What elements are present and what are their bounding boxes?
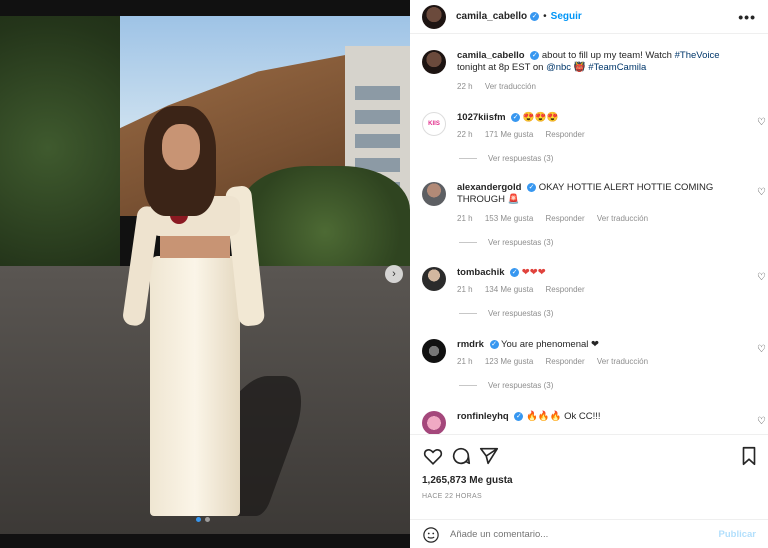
- emoji-picker-icon[interactable]: [422, 526, 440, 544]
- caption-text-2: tonight at 8p EST on: [457, 62, 544, 73]
- comment-time: 22 h: [457, 82, 473, 91]
- verified-icon: ✓: [530, 50, 540, 60]
- carousel-dot: [205, 517, 210, 522]
- post-date: HACE 22 HORAS: [422, 493, 482, 500]
- comment-username[interactable]: ronfinleyhq: [457, 411, 509, 422]
- share-icon[interactable]: [478, 445, 500, 467]
- verified-icon: ✓: [511, 112, 521, 122]
- post-panel: camila_cabello ✓ • Seguir ••• camila_cab…: [410, 0, 768, 548]
- comment-icon[interactable]: [450, 445, 472, 467]
- replies-line: [459, 313, 477, 314]
- verified-icon: ✓: [489, 339, 499, 349]
- post-actions: 1,265,873 Me gusta HACE 22 HORAS Publica…: [410, 434, 768, 548]
- avatar[interactable]: [422, 50, 446, 74]
- comment-username[interactable]: alexandergold: [457, 182, 521, 193]
- action-icons: [422, 445, 758, 467]
- reply-button[interactable]: Responder: [546, 285, 585, 294]
- heart-outline-icon[interactable]: ♡: [757, 187, 766, 198]
- comment-username[interactable]: tombachik: [457, 267, 505, 278]
- follow-button[interactable]: Seguir: [551, 11, 582, 22]
- replies-line: [459, 385, 477, 386]
- comment-likes[interactable]: 153 Me gusta: [485, 214, 533, 223]
- mention-link[interactable]: @nbc: [546, 62, 571, 73]
- likes-count[interactable]: 1,265,873 Me gusta: [422, 475, 513, 486]
- comment-likes[interactable]: 171 Me gusta: [485, 130, 533, 139]
- reply-button[interactable]: Responder: [546, 130, 585, 139]
- hashtag-link[interactable]: #TeamCamila: [588, 62, 646, 73]
- avatar[interactable]: [422, 339, 446, 363]
- view-replies-button[interactable]: Ver respuestas (3): [459, 381, 553, 390]
- carousel-indicator: [196, 517, 210, 522]
- heart-outline-icon[interactable]: ♡: [757, 272, 766, 283]
- avatar[interactable]: [422, 267, 446, 291]
- post-media: ›: [0, 0, 410, 548]
- verified-icon: ✓: [510, 267, 520, 277]
- translate-link[interactable]: Ver traducción: [485, 82, 536, 91]
- emoji-icon: 👹: [573, 62, 586, 73]
- avatar[interactable]: [422, 182, 446, 206]
- comment-username[interactable]: 1027kiisfm: [457, 112, 506, 123]
- post-comment-button[interactable]: Publicar: [719, 529, 757, 540]
- caption-username[interactable]: camila_cabello: [457, 50, 525, 61]
- replies-line: [459, 158, 477, 159]
- avatar[interactable]: KIIS: [422, 112, 446, 136]
- replies-line: [459, 242, 477, 243]
- post-photo[interactable]: [0, 16, 410, 534]
- avatar[interactable]: [422, 411, 446, 434]
- view-replies-label[interactable]: Ver respuestas (3): [488, 238, 553, 247]
- carousel-next-button[interactable]: ›: [385, 265, 403, 283]
- comment-username[interactable]: rmdrk: [457, 339, 484, 350]
- verified-icon: ✓: [530, 12, 540, 21]
- comment-text: ❤❤❤: [521, 267, 546, 278]
- comment-time: 22 h: [457, 130, 473, 139]
- verified-icon: ✓: [527, 182, 537, 192]
- comment-text: 🔥🔥🔥 Ok CC!!!: [526, 411, 601, 422]
- reply-button[interactable]: Responder: [546, 357, 585, 366]
- translate-link[interactable]: Ver traducción: [597, 214, 648, 223]
- view-replies-label[interactable]: Ver respuestas (3): [488, 381, 553, 390]
- view-replies-label[interactable]: Ver respuestas (3): [488, 309, 553, 318]
- avatar[interactable]: [422, 4, 446, 29]
- comment-time: 21 h: [457, 357, 473, 366]
- view-replies-button[interactable]: Ver respuestas (3): [459, 238, 553, 247]
- photo-person: [120, 106, 270, 526]
- reply-button[interactable]: Responder: [546, 214, 585, 223]
- comment-input[interactable]: [450, 529, 719, 540]
- carousel-dot-active: [196, 517, 201, 522]
- heart-outline-icon[interactable]: ♡: [757, 416, 766, 427]
- comment-text: You are phenomenal ❤: [501, 339, 599, 350]
- comment-time: 21 h: [457, 285, 473, 294]
- caption-text-1: about to fill up my team! Watch: [541, 50, 672, 61]
- comment-text: 😍😍😍: [522, 112, 559, 123]
- separator-dot: •: [543, 11, 547, 22]
- more-options-icon[interactable]: •••: [738, 9, 756, 25]
- view-replies-button[interactable]: Ver respuestas (3): [459, 309, 553, 318]
- hashtag-link[interactable]: #TheVoice: [675, 50, 720, 61]
- comment-likes[interactable]: 123 Me gusta: [485, 357, 533, 366]
- post-username[interactable]: camila_cabello: [456, 11, 527, 22]
- heart-outline-icon[interactable]: ♡: [757, 117, 766, 128]
- view-replies-button[interactable]: Ver respuestas (3): [459, 154, 553, 163]
- add-comment-bar: Publicar: [410, 519, 768, 548]
- post-header: camila_cabello ✓ • Seguir •••: [410, 0, 768, 34]
- heart-outline-icon[interactable]: ♡: [757, 344, 766, 355]
- translate-link[interactable]: Ver traducción: [597, 357, 648, 366]
- view-replies-label[interactable]: Ver respuestas (3): [488, 154, 553, 163]
- comment-likes[interactable]: 134 Me gusta: [485, 285, 533, 294]
- comments-list[interactable]: camila_cabello ✓ about to fill up my tea…: [410, 36, 768, 434]
- comment-time: 21 h: [457, 214, 473, 223]
- verified-icon: ✓: [514, 411, 524, 421]
- like-icon[interactable]: [422, 445, 444, 467]
- bookmark-icon[interactable]: [738, 445, 760, 467]
